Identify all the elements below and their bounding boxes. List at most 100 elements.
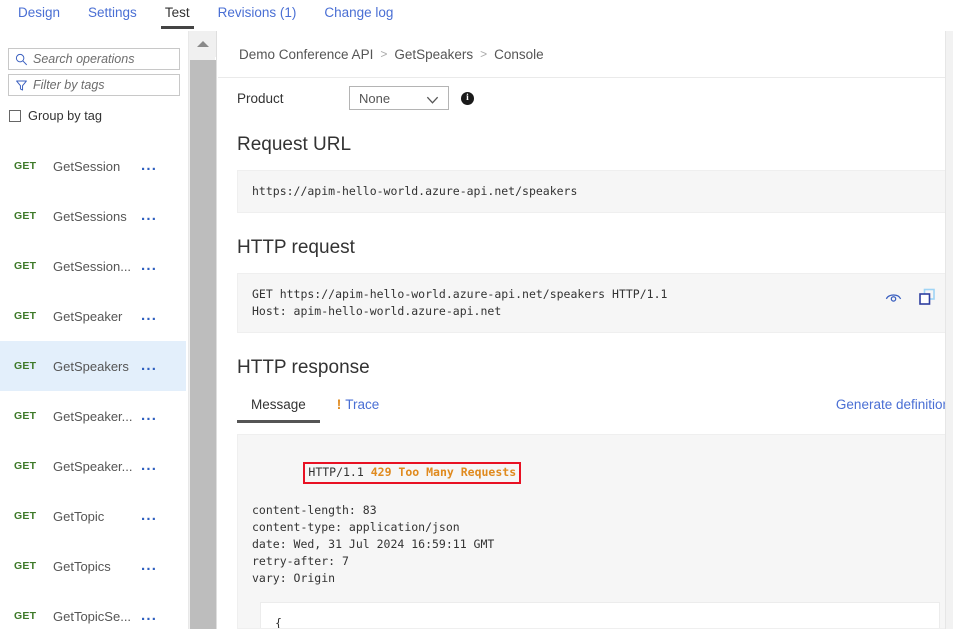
tab-message-label: Message <box>251 397 306 412</box>
tab-trace[interactable]: !Trace <box>320 394 394 416</box>
json-open-brace: { <box>275 614 939 629</box>
request-url-box: https://apim-hello-world.azure-api.net/s… <box>237 170 945 213</box>
operation-context-menu-icon[interactable]: ... <box>141 212 157 220</box>
operation-row[interactable]: GETGetSessions... <box>0 191 186 241</box>
operation-row[interactable]: GET GetTopicSe...... <box>0 591 186 629</box>
group-by-tag-checkbox[interactable]: Group by tag <box>9 107 186 125</box>
breadcrumb-operation[interactable]: GetSpeakers <box>394 47 473 62</box>
info-icon[interactable]: i <box>461 92 474 105</box>
operation-row[interactable]: GET GetSpeaker...... <box>0 391 186 441</box>
operation-name: GetSessions <box>53 209 127 224</box>
response-headers: content-length: 83content-type: applicat… <box>252 502 945 587</box>
operation-row[interactable]: GET GetSession... <box>0 141 186 191</box>
operation-context-menu-icon[interactable]: ... <box>141 162 157 170</box>
generate-definition-link[interactable]: Generate definition <box>836 394 945 416</box>
http-response-heading: HTTP response <box>218 357 945 379</box>
copy-icon[interactable] <box>918 288 936 311</box>
operation-row[interactable]: GETGetTopic... <box>0 491 186 541</box>
operation-row[interactable]: GET GetSession...... <box>0 241 186 291</box>
response-header-line: vary: Origin <box>252 570 945 587</box>
breadcrumb-page: Console <box>494 47 544 62</box>
response-status-line: HTTP/1.1 429 Too Many Requests <box>252 446 945 502</box>
tab-message[interactable]: Message <box>237 394 320 416</box>
response-tabs: Message !Trace Generate definition <box>237 394 945 424</box>
operation-method: GET <box>14 160 36 172</box>
operation-context-menu-icon[interactable]: ... <box>141 512 157 520</box>
breadcrumb: Demo Conference API > GetSpeakers > Cons… <box>218 31 945 78</box>
operation-method: GET <box>14 560 36 572</box>
operation-name: GetSpeaker... <box>53 459 133 474</box>
breadcrumb-separator: > <box>373 47 394 61</box>
response-header-line: date: Wed, 31 Jul 2024 16:59:11 GMT <box>252 536 945 553</box>
response-message-box: HTTP/1.1 429 Too Many Requests content-l… <box>237 434 945 629</box>
operation-row[interactable]: GETGetSpeaker...... <box>0 441 186 491</box>
operation-context-menu-icon[interactable]: ... <box>141 462 157 470</box>
operation-row[interactable]: GET GetSpeaker... <box>0 291 186 341</box>
operation-row[interactable]: GET GetTopics... <box>0 541 186 591</box>
status-highlight: HTTP/1.1 429 Too Many Requests <box>303 462 521 484</box>
http-request-line-2: Host: apim-hello-world.azure-api.net <box>252 303 945 320</box>
tabbar-rule <box>0 29 953 30</box>
product-label: Product <box>237 91 349 106</box>
request-url-value: https://apim-hello-world.azure-api.net/s… <box>252 183 945 200</box>
operations-list: GETGetSession...GETGetSessions...GETGetS… <box>0 141 186 629</box>
product-row: Product None i <box>218 78 945 118</box>
response-header-line: content-type: application/json <box>252 519 945 536</box>
operation-context-menu-icon[interactable]: ... <box>141 562 157 570</box>
tab-revisions-1[interactable]: Revisions (1) <box>204 0 311 23</box>
tab-design[interactable]: Design <box>4 0 74 23</box>
tab-trace-label: Trace <box>345 397 379 412</box>
http-request-line-1: GET https://apim-hello-world.azure-api.n… <box>252 286 945 303</box>
tab-change-log[interactable]: Change log <box>310 0 407 23</box>
operation-method: GET <box>14 410 36 422</box>
search-icon <box>9 49 33 69</box>
page-right-scrollbar[interactable] <box>945 31 953 629</box>
http-request-box: GET https://apim-hello-world.azure-api.n… <box>237 273 945 333</box>
operation-name: GetSpeaker <box>53 309 122 324</box>
status-protocol: HTTP/1.1 <box>308 465 363 479</box>
operation-method: GET <box>14 310 36 322</box>
chevron-down-icon <box>425 93 440 111</box>
breadcrumb-api[interactable]: Demo Conference API <box>239 47 373 62</box>
operation-context-menu-icon[interactable]: ... <box>141 312 157 320</box>
operation-context-menu-icon[interactable]: ... <box>141 612 157 620</box>
response-header-line: content-length: 83 <box>252 502 945 519</box>
funnel-icon <box>9 75 33 95</box>
operation-context-menu-icon[interactable]: ... <box>141 412 157 420</box>
filter-by-tags-field[interactable]: Filter by tags <box>8 74 180 96</box>
operation-name: GetTopicSe... <box>53 609 131 624</box>
product-selected-value: None <box>359 91 390 106</box>
checkbox-box <box>9 110 21 122</box>
operation-name: GetSpeaker... <box>53 409 133 424</box>
operation-name: GetSession... <box>53 259 131 274</box>
search-operations-field[interactable]: Search operations <box>8 48 180 70</box>
sidebar-divider <box>216 31 217 629</box>
operation-method: GET <box>14 260 36 272</box>
search-operations-placeholder: Search operations <box>33 49 134 69</box>
api-top-tabs: DesignSettingsTestRevisions (1)Change lo… <box>0 0 953 30</box>
status-code-text: 429 Too Many Requests <box>371 465 516 479</box>
tab-settings[interactable]: Settings <box>74 0 151 23</box>
scrollbar-thumb[interactable] <box>190 60 216 629</box>
operation-row[interactable]: GET GetSpeakers... <box>0 341 186 391</box>
scroll-up-arrow-icon[interactable] <box>189 31 216 57</box>
operation-method: GET <box>14 360 36 372</box>
request-actions <box>884 288 936 311</box>
sidebar-scrollbar[interactable] <box>188 31 215 629</box>
warning-icon: ! <box>337 397 342 412</box>
filter-by-tags-placeholder: Filter by tags <box>33 75 105 95</box>
operation-name: GetSpeakers <box>53 359 129 374</box>
operation-name: GetTopics <box>53 559 111 574</box>
product-select[interactable]: None <box>349 86 449 110</box>
tab-test[interactable]: Test <box>151 0 204 23</box>
response-header-line: retry-after: 7 <box>252 553 945 570</box>
operation-name: GetSession <box>53 159 120 174</box>
eye-icon[interactable] <box>884 290 903 309</box>
response-body-json: { "statusCode": 429, "message": "Rate li… <box>260 602 940 629</box>
breadcrumb-separator: > <box>473 47 494 61</box>
operation-method: GET <box>14 610 36 622</box>
operation-name: GetTopic <box>53 509 104 524</box>
operations-sidebar: Search operations Filter by tags Group b… <box>0 31 186 629</box>
operation-context-menu-icon[interactable]: ... <box>141 262 157 270</box>
operation-context-menu-icon[interactable]: ... <box>141 362 157 370</box>
